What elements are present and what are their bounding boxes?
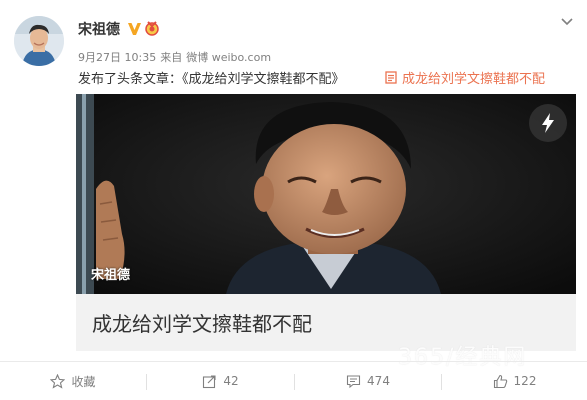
post-source[interactable]: 微博 weibo.com xyxy=(186,51,271,64)
bolt-icon[interactable] xyxy=(529,104,567,142)
share-count: 42 xyxy=(223,374,239,388)
article-icon xyxy=(385,71,397,84)
post-text: 发布了头条文章：《成龙给刘学文擦鞋都不配》 xyxy=(78,72,345,87)
share-icon xyxy=(203,374,216,388)
image-watermark: 宋祖德 xyxy=(91,268,131,283)
star-icon xyxy=(50,373,66,389)
action-bar: 收藏 42 474 122 xyxy=(0,362,587,400)
source-prefix: 来自 xyxy=(160,51,183,64)
comment-icon xyxy=(346,374,361,388)
like-button[interactable]: 122 xyxy=(442,362,587,400)
post-meta: 9月27日 10:35 来自 微博 weibo.com xyxy=(78,49,275,65)
article-cover-image[interactable]: 宋祖德 xyxy=(76,94,576,294)
user-name[interactable]: 宋祖德 xyxy=(78,19,120,39)
like-icon xyxy=(493,374,507,388)
like-count: 122 xyxy=(513,374,537,388)
share-button[interactable]: 42 xyxy=(147,362,294,400)
verified-icon xyxy=(127,21,142,35)
chevron-down-icon[interactable] xyxy=(559,14,575,30)
medal-icon[interactable] xyxy=(144,20,160,36)
article-link[interactable]: 成龙给刘学文擦鞋都不配 xyxy=(385,68,545,87)
article-title[interactable]: 成龙给刘学文擦鞋都不配 xyxy=(92,308,312,337)
post-date[interactable]: 9月27日 10:35 xyxy=(78,51,156,64)
comment-button[interactable]: 474 xyxy=(295,362,441,400)
favorite-button[interactable]: 收藏 xyxy=(0,362,146,400)
article-card[interactable]: 宋祖德 成龙给刘学文擦鞋都不配 xyxy=(76,94,576,351)
article-link-label[interactable]: 成龙给刘学文擦鞋都不配 xyxy=(402,68,545,87)
avatar[interactable] xyxy=(14,16,64,66)
favorite-label: 收藏 xyxy=(71,374,96,389)
comment-count: 474 xyxy=(367,374,390,388)
